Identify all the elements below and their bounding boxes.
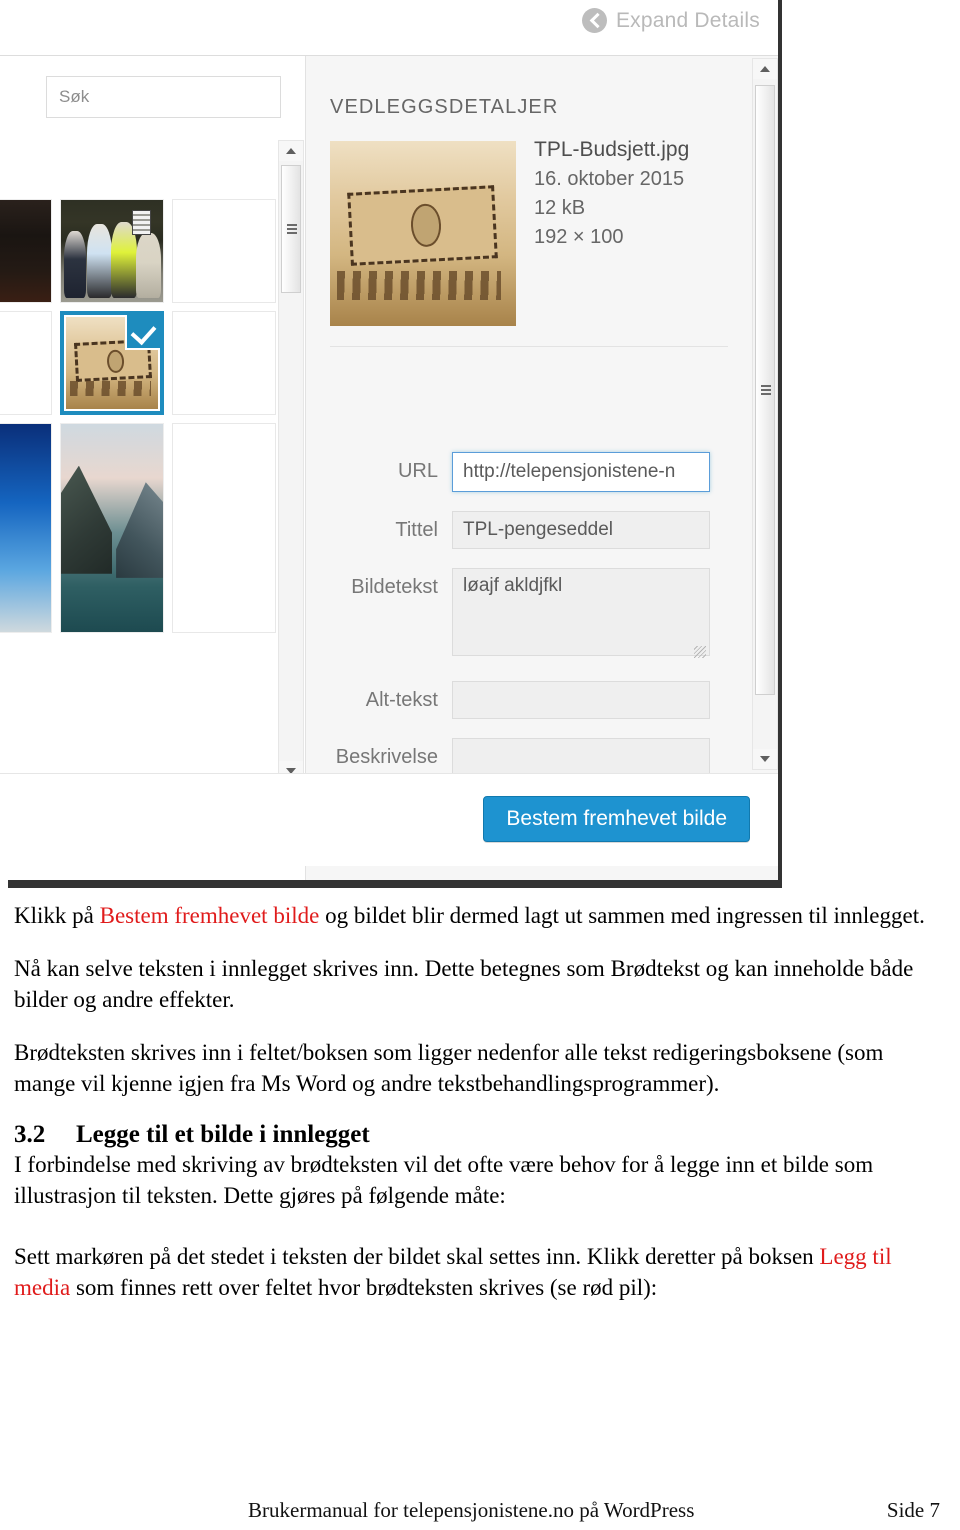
attachment-date: 16. oktober 2015 bbox=[534, 168, 685, 190]
title-input[interactable] bbox=[452, 511, 710, 549]
thumbnail-item[interactable] bbox=[172, 423, 276, 633]
section-heading: 3.2 Legge til et bilde i innlegget bbox=[0, 1121, 960, 1149]
attachment-grid-scrollbar[interactable] bbox=[278, 140, 304, 782]
resize-grip-icon[interactable] bbox=[694, 646, 706, 658]
url-input[interactable] bbox=[452, 452, 710, 492]
description-field-label: Beskrivelse bbox=[335, 746, 438, 768]
paragraph-4: I forbindelse med skriving av brødtekste… bbox=[14, 1152, 874, 1208]
alt-text-input[interactable] bbox=[452, 681, 710, 719]
attachment-details-heading: VEDLEGGSDETALJER bbox=[330, 96, 559, 118]
thumbnail-item[interactable] bbox=[0, 423, 52, 633]
paragraph-5: Sett markøren på det stedet i teksten de… bbox=[0, 1241, 960, 1303]
thumbnail-item[interactable] bbox=[60, 423, 164, 633]
scroll-up-arrow-icon[interactable] bbox=[753, 59, 777, 79]
footer-page-number: Side 7 bbox=[886, 1498, 940, 1522]
thumbnail-item[interactable] bbox=[0, 199, 52, 303]
expand-details-label: Expand Details bbox=[615, 8, 760, 32]
scrollbar-thumb[interactable] bbox=[281, 165, 301, 293]
attachment-filename: TPL-Budsjett.jpg bbox=[534, 138, 690, 161]
thumbnail-item[interactable] bbox=[172, 311, 276, 415]
media-library-pane bbox=[0, 56, 306, 880]
attachment-filesize: 12 kB bbox=[534, 197, 586, 219]
thumbnail-item[interactable] bbox=[0, 311, 52, 415]
thumbnail-item[interactable] bbox=[60, 199, 164, 303]
field-row-title: Tittel bbox=[324, 511, 710, 549]
attachment-grid bbox=[0, 61, 305, 851]
set-featured-image-button[interactable]: Bestem fremhevet bilde bbox=[483, 796, 750, 842]
paragraph-3: Brødteksten skrives inn i feltet/boksen … bbox=[14, 1040, 884, 1096]
page-footer: Brukermanual for telepensjonistene.no på… bbox=[0, 1498, 960, 1523]
attachment-preview-image bbox=[330, 141, 516, 326]
media-library-modal: Expand Details Søk VEDLEGGSDETALJER TPL-… bbox=[0, 0, 778, 880]
chevron-left-icon bbox=[581, 8, 607, 33]
section-title: Legge til et bilde i innlegget bbox=[76, 1121, 370, 1148]
title-field-label: Tittel bbox=[395, 519, 438, 541]
modal-footer: Bestem fremhevet bilde bbox=[0, 773, 778, 866]
attachment-details-scrollbar[interactable] bbox=[752, 58, 778, 770]
p5-before: Sett markøren på det stedet i teksten de… bbox=[14, 1244, 820, 1269]
section-number: 3.2 bbox=[14, 1121, 46, 1148]
thumbnail-item[interactable] bbox=[172, 199, 276, 303]
attachment-details-pane: VEDLEGGSDETALJER TPL-Budsjett.jpg 16. ok… bbox=[306, 56, 778, 880]
caption-textarea[interactable]: løajf akldjfkl bbox=[452, 568, 710, 656]
footer-left-text: Brukermanual for telepensjonistene.no på… bbox=[248, 1498, 695, 1522]
details-divider bbox=[330, 346, 728, 347]
p1-before: Klikk på bbox=[14, 903, 100, 928]
paragraph-2: Nå kan selve teksten i innlegget skrives… bbox=[14, 956, 914, 1012]
modal-header: Expand Details bbox=[0, 0, 778, 56]
checkmark-icon bbox=[125, 315, 160, 350]
url-field-label: URL bbox=[397, 460, 438, 482]
attachment-metadata: TPL-Budsjett.jpg 16. oktober 2015 12 kB … bbox=[534, 138, 764, 255]
paragraph-1: Klikk på Bestem fremhevet bilde og bilde… bbox=[0, 900, 960, 931]
alt-text-field-label: Alt-tekst bbox=[365, 689, 438, 711]
field-row-alt-text: Alt-tekst bbox=[324, 681, 710, 719]
scroll-up-arrow-icon[interactable] bbox=[279, 141, 303, 161]
window-detail bbox=[132, 210, 151, 235]
caption-field-label: Bildetekst bbox=[351, 576, 438, 598]
field-row-caption: Bildetekst løajf akldjfkl bbox=[324, 568, 710, 661]
scroll-down-arrow-icon[interactable] bbox=[753, 749, 777, 769]
media-modal-screenshot: Expand Details Søk VEDLEGGSDETALJER TPL-… bbox=[0, 0, 790, 896]
document-body: Klikk på Bestem fremhevet bilde og bilde… bbox=[0, 900, 960, 1303]
p5-after: som finnes rett over feltet hvor brødtek… bbox=[70, 1275, 658, 1300]
thumbnail-item-selected[interactable] bbox=[60, 311, 164, 415]
p1-highlight: Bestem fremhevet bilde bbox=[99, 903, 320, 928]
field-row-url: URL bbox=[324, 452, 710, 492]
attachment-dimensions: 192 × 100 bbox=[534, 226, 624, 248]
scrollbar-thumb[interactable] bbox=[755, 85, 775, 695]
expand-details-button[interactable]: Expand Details bbox=[581, 8, 760, 33]
p1-after: og bildet blir dermed lagt ut sammen med… bbox=[319, 903, 925, 928]
